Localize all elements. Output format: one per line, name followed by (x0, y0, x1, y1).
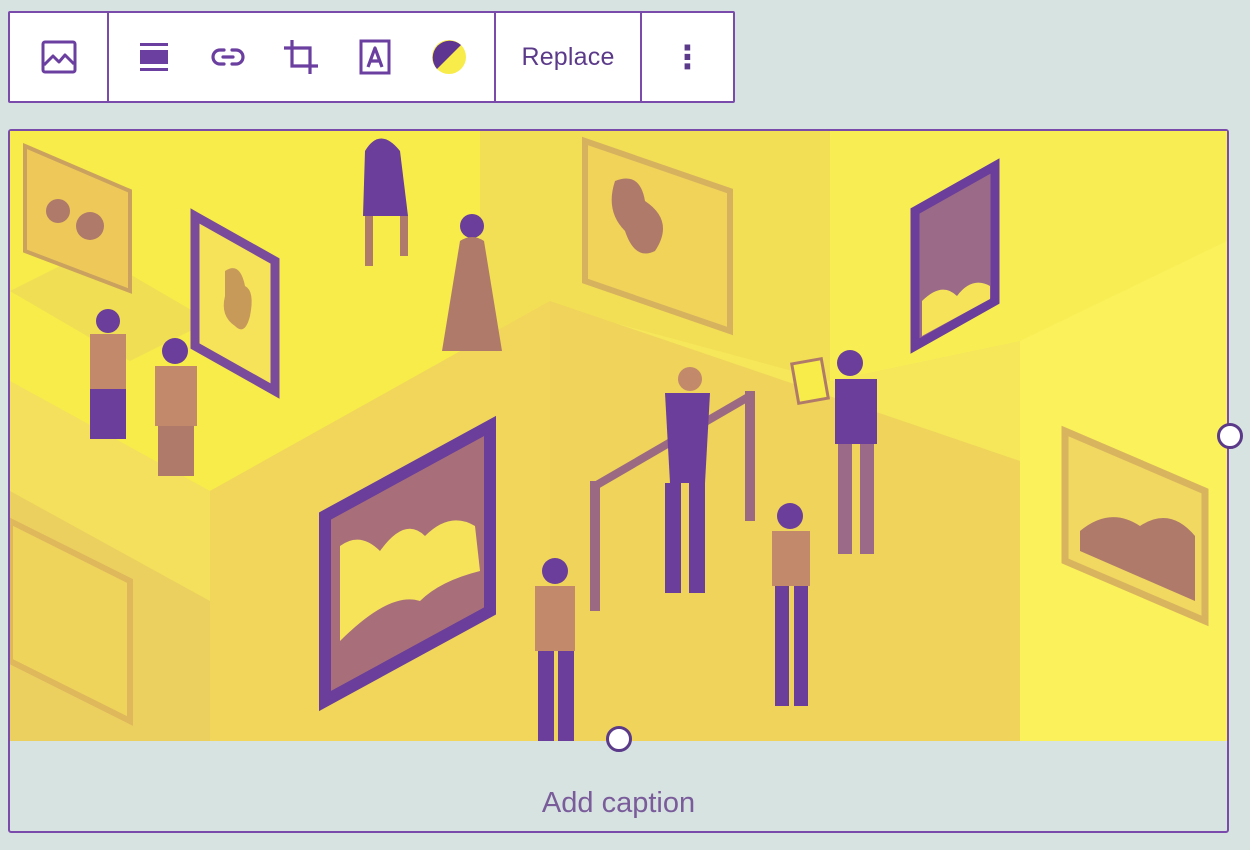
replace-group: Replace (494, 13, 640, 101)
gallery-illustration (10, 131, 1227, 741)
more-options-button[interactable]: ⋮ (672, 41, 704, 73)
align-button[interactable] (125, 28, 183, 86)
replace-button[interactable]: Replace (521, 43, 614, 72)
image-icon (41, 40, 76, 74)
block-tools-group (107, 13, 494, 101)
align-icon (139, 43, 168, 71)
text-overlay-icon (359, 39, 391, 75)
block-toolbar: Replace ⋮ (8, 11, 735, 103)
text-overlay-button[interactable] (346, 28, 404, 86)
crop-icon (284, 40, 319, 74)
duotone-icon (432, 40, 467, 74)
image-block[interactable]: Add caption (8, 129, 1243, 833)
more-options-group: ⋮ (640, 13, 733, 101)
resize-handle-bottom[interactable] (606, 726, 632, 752)
block-type-group (10, 13, 107, 101)
duotone-button[interactable] (420, 28, 478, 86)
resize-handle-right[interactable] (1217, 423, 1243, 449)
image-block-button[interactable] (30, 28, 88, 86)
link-button[interactable] (199, 28, 257, 86)
caption-field[interactable]: Add caption (10, 787, 1227, 820)
crop-button[interactable] (272, 28, 330, 86)
link-icon (211, 48, 245, 66)
